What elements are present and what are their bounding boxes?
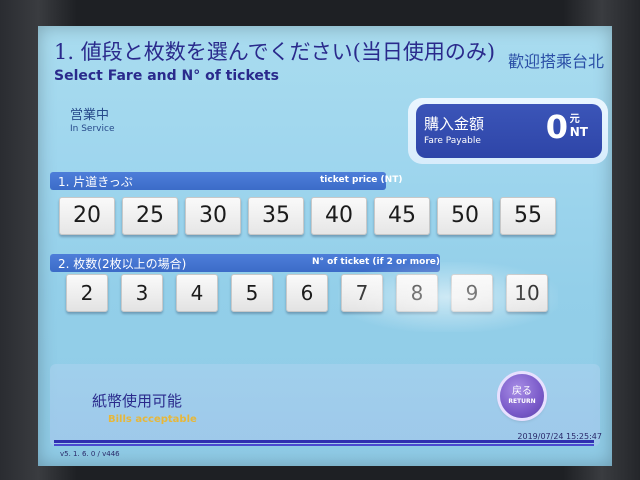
count-button-4[interactable]: 4 xyxy=(176,274,218,312)
count-button-7[interactable]: 7 xyxy=(341,274,383,312)
footer-stripe xyxy=(54,440,594,443)
count-section-label: 2. 枚数(2枚以上の場合) xyxy=(58,257,187,271)
count-button-6[interactable]: 6 xyxy=(286,274,328,312)
price-section-label-en: ticket price (NT) xyxy=(320,175,403,185)
fare-label-en: Fare Payable xyxy=(424,136,481,146)
fare-unit-en: NT xyxy=(569,125,588,139)
count-section-label-en: N° of ticket (if 2 or more) xyxy=(312,257,441,267)
return-button[interactable]: 戻る RETURN xyxy=(500,374,544,418)
page-title-jp: 1. 値段と枚数を選んでください(当日使用のみ) xyxy=(54,40,496,64)
service-status-en: In Service xyxy=(70,124,115,134)
count-button-3[interactable]: 3 xyxy=(121,274,163,312)
version-label: v5. 1. 6. 0 / v446 xyxy=(60,450,120,458)
fare-amount: 0 xyxy=(545,108,568,146)
timestamp: 2019/07/24 15:25:47 xyxy=(517,432,602,441)
price-button-20[interactable]: 20 xyxy=(59,197,115,235)
count-button-8[interactable]: 8 xyxy=(396,274,438,312)
count-section-header: 2. 枚数(2枚以上の場合) N° of ticket (if 2 or mor… xyxy=(50,254,440,272)
price-button-50[interactable]: 50 xyxy=(437,197,493,235)
page-title-en: Select Fare and N° of tickets xyxy=(54,68,279,84)
service-status-jp: 営業中 xyxy=(70,108,110,123)
price-button-30[interactable]: 30 xyxy=(185,197,241,235)
footer-stripe-secondary xyxy=(54,444,594,446)
ticket-machine-screen: 1. 値段と枚数を選んでください(当日使用のみ) Select Fare and… xyxy=(38,26,612,466)
count-button-10[interactable]: 10 xyxy=(506,274,548,312)
bills-acceptable-jp: 紙幣使用可能 xyxy=(92,392,183,410)
count-button-2[interactable]: 2 xyxy=(66,274,108,312)
price-button-55[interactable]: 55 xyxy=(500,197,556,235)
fare-payable-panel: 購入金額 Fare Payable 0 元 NT xyxy=(408,98,608,164)
return-label-jp: 戻る xyxy=(512,386,532,397)
bills-acceptable-en: Bills acceptable xyxy=(108,414,197,425)
price-button-35[interactable]: 35 xyxy=(248,197,304,235)
price-button-40[interactable]: 40 xyxy=(311,197,367,235)
fare-unit: 元 NT xyxy=(570,114,588,138)
price-button-45[interactable]: 45 xyxy=(374,197,430,235)
return-label-en: RETURN xyxy=(508,398,536,405)
welcome-message: 歡迎搭乘台北 xyxy=(507,52,604,71)
price-section-label: 1. 片道きっぷ xyxy=(58,175,133,189)
price-button-25[interactable]: 25 xyxy=(122,197,178,235)
count-button-9[interactable]: 9 xyxy=(451,274,493,312)
count-button-5[interactable]: 5 xyxy=(231,274,273,312)
fare-label-jp: 購入金額 xyxy=(424,115,485,133)
price-section-header: 1. 片道きっぷ ticket price (NT) xyxy=(50,172,402,190)
fare-payable-display: 購入金額 Fare Payable 0 元 NT xyxy=(416,104,602,158)
